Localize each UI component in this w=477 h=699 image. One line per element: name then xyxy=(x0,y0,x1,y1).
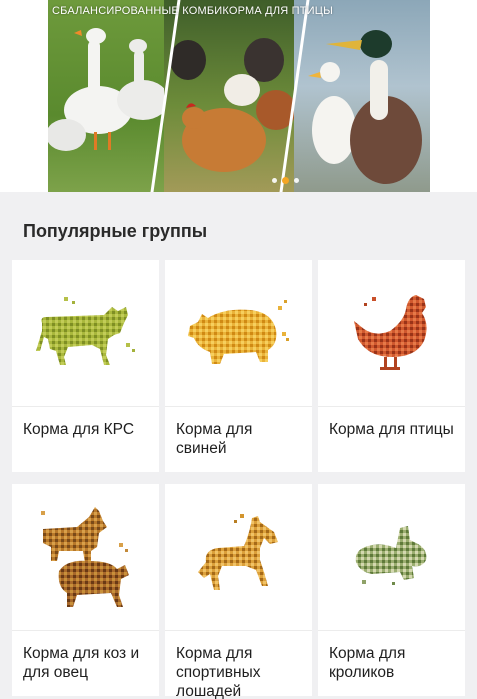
carousel-dot[interactable] xyxy=(272,178,277,183)
group-card-krs[interactable]: Корма для КРС xyxy=(12,260,159,472)
card-image xyxy=(318,260,465,407)
group-card-poultry[interactable]: Корма для птицы xyxy=(318,260,465,472)
group-card-label: Корма для птицы xyxy=(329,421,454,438)
group-card-pigs[interactable]: Корма для свиней xyxy=(165,260,312,472)
rabbit-feed-icon xyxy=(352,524,432,590)
card-image xyxy=(12,484,159,631)
card-image xyxy=(165,260,312,407)
group-card-horses[interactable]: Корма для спортивных лошадей xyxy=(165,484,312,699)
group-card-label: Корма для кроликов xyxy=(329,645,406,681)
cow-feed-icon xyxy=(34,293,138,373)
banner-container: СБАЛАНСИРОВАННЫЕ КОМБИКОРМА ДЛЯ ПТИЦЫ xyxy=(0,0,477,192)
pig-feed-icon xyxy=(184,296,294,370)
group-card-rabbits[interactable]: Корма для кроликов xyxy=(318,484,465,696)
card-image xyxy=(12,260,159,407)
banner-caption: СБАЛАНСИРОВАННЫЕ КОМБИКОРМА ДЛЯ ПТИЦЫ xyxy=(52,5,334,17)
carousel-dots xyxy=(272,177,299,184)
banner-geese-photo xyxy=(48,0,166,192)
banner-ducks-photo xyxy=(294,0,430,192)
card-image xyxy=(318,484,465,631)
group-card-label: Корма для спортивных лошадей xyxy=(176,645,261,699)
groups-grid: Корма для КРС Корма для свиней Корма для… xyxy=(12,260,466,699)
group-card-label: Корма для коз и для овец xyxy=(23,645,140,681)
banner-hens-photo xyxy=(164,0,294,192)
group-card-label: Корма для свиней xyxy=(176,421,253,457)
carousel-dot-active[interactable] xyxy=(282,177,289,184)
horse-feed-icon xyxy=(194,512,284,602)
hen-feed-icon xyxy=(350,291,434,375)
group-card-label: Корма для КРС xyxy=(23,421,135,438)
section-title: Популярные группы xyxy=(23,221,208,241)
promo-banner[interactable]: СБАЛАНСИРОВАННЫЕ КОМБИКОРМА ДЛЯ ПТИЦЫ xyxy=(48,0,430,192)
carousel-dot[interactable] xyxy=(294,178,299,183)
goat-sheep-feed-icon xyxy=(37,503,135,611)
card-image xyxy=(165,484,312,631)
group-card-goats-sheep[interactable]: Корма для коз и для овец xyxy=(12,484,159,696)
